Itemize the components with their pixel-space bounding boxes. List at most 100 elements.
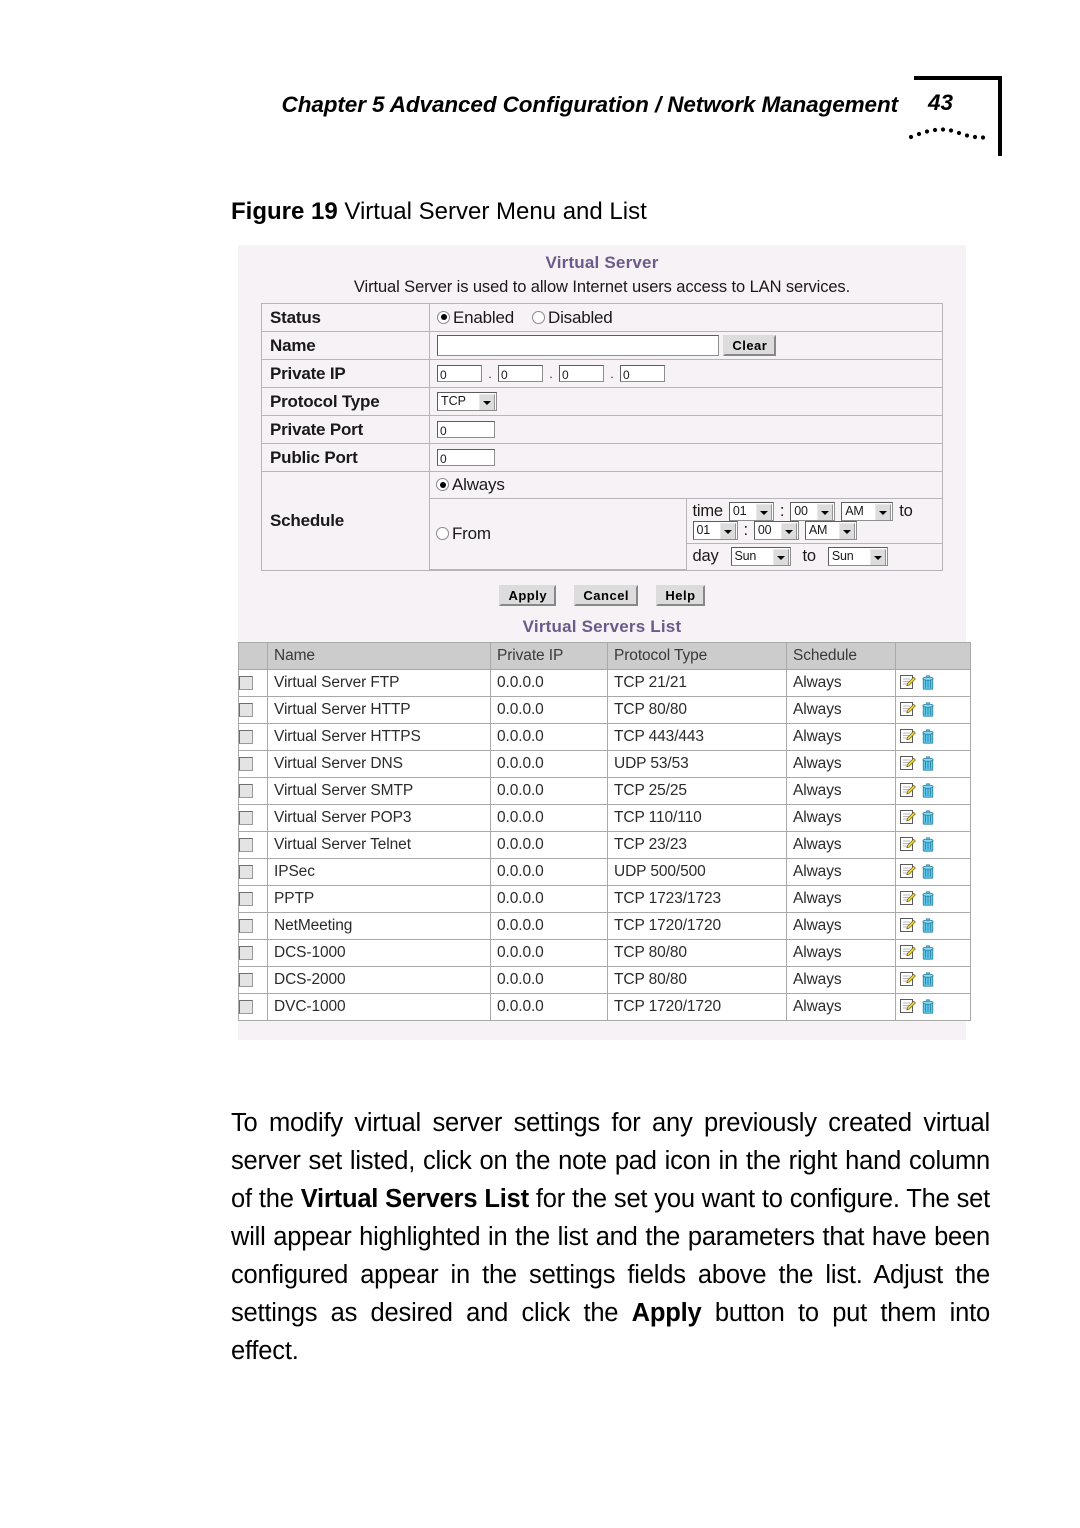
edit-notepad-icon[interactable] [900, 837, 916, 852]
table-row[interactable]: PPTP 0.0.0.0 TCP 1723/1723 Always [238, 884, 971, 913]
table-row[interactable]: IPSec 0.0.0.0 UDP 500/500 Always [238, 857, 971, 886]
row-checkbox[interactable] [239, 945, 253, 960]
form-row-name: Name Clear [261, 331, 943, 360]
row-checkbox[interactable] [239, 675, 253, 690]
row-select-cell[interactable] [238, 668, 268, 697]
table-row[interactable]: Virtual Server SMTP 0.0.0.0 TCP 25/25 Alway… [238, 776, 971, 805]
row-checkbox[interactable] [239, 702, 253, 717]
table-row[interactable]: DCS-2000 0.0.0.0 TCP 80/80 Always [238, 965, 971, 994]
status-enabled-radio[interactable] [437, 310, 450, 324]
row-checkbox[interactable] [239, 810, 253, 825]
virtual-servers-list-title: Virtual Servers List [522, 616, 682, 636]
private-ip-octet-2[interactable]: 0 [498, 364, 543, 382]
row-checkbox[interactable] [239, 756, 253, 771]
row-select-cell[interactable] [238, 992, 268, 1021]
edit-notepad-icon[interactable] [900, 783, 916, 798]
delete-trash-icon[interactable] [921, 864, 935, 880]
schedule-end-hour-select[interactable]: 01 [692, 521, 738, 541]
row-checkbox[interactable] [239, 918, 253, 933]
row-private-ip: 0.0.0.0 [490, 992, 608, 1021]
private-ip-octet-4[interactable]: 0 [620, 364, 665, 382]
name-input[interactable] [437, 335, 719, 356]
status-disabled-radio[interactable] [532, 310, 545, 324]
column-header-select [238, 641, 268, 670]
row-select-cell[interactable] [238, 857, 268, 886]
help-button[interactable]: Help [656, 584, 705, 606]
cancel-button[interactable]: Cancel [574, 584, 639, 606]
private-ip-octet-3[interactable]: 0 [559, 364, 604, 382]
form-row-schedule: Schedule Always From time 01:00 AM to 01:00 A… [261, 471, 943, 571]
private-ip-octet-1[interactable]: 0 [437, 364, 482, 382]
private-port-input[interactable]: 0 [437, 420, 495, 438]
table-row[interactable]: Virtual Server POP3 0.0.0.0 TCP 110/110 Alw… [238, 803, 971, 832]
table-row[interactable]: Virtual Server HTTP 0.0.0.0 TCP 80/80 Alway… [238, 695, 971, 724]
schedule-start-ampm-select[interactable]: AM [841, 502, 894, 522]
row-checkbox[interactable] [239, 999, 253, 1014]
edit-notepad-icon[interactable] [900, 675, 916, 690]
table-row[interactable]: Virtual Server HTTPS 0.0.0.0 TCP 443/443 Al… [238, 722, 971, 751]
protocol-type-select[interactable]: TCP [437, 392, 497, 411]
row-checkbox[interactable] [239, 891, 253, 906]
delete-trash-icon[interactable] [921, 918, 935, 934]
row-name: IPSec [267, 857, 491, 886]
delete-trash-icon[interactable] [921, 675, 935, 691]
delete-trash-icon[interactable] [921, 999, 935, 1015]
schedule-end-minute-select[interactable]: 00 [753, 521, 799, 541]
row-select-cell[interactable] [238, 830, 268, 859]
row-checkbox[interactable] [239, 864, 253, 879]
edit-notepad-icon[interactable] [900, 999, 916, 1014]
schedule-start-minute-select[interactable]: 00 [790, 502, 836, 522]
row-schedule: Always [786, 884, 896, 913]
table-row[interactable]: DCS-1000 0.0.0.0 TCP 80/80 Always [238, 938, 971, 967]
edit-notepad-icon[interactable] [900, 729, 916, 744]
apply-button[interactable]: Apply [499, 584, 557, 606]
row-checkbox[interactable] [239, 837, 253, 852]
edit-notepad-icon[interactable] [900, 756, 916, 771]
edit-notepad-icon[interactable] [900, 972, 916, 987]
edit-notepad-icon[interactable] [900, 945, 916, 960]
row-select-cell[interactable] [238, 722, 268, 751]
edit-notepad-icon[interactable] [900, 864, 916, 879]
table-row[interactable]: DVC-1000 0.0.0.0 TCP 1720/1720 Always [238, 992, 971, 1021]
edit-notepad-icon[interactable] [900, 918, 916, 933]
row-schedule: Always [786, 830, 896, 859]
row-select-cell[interactable] [238, 965, 268, 994]
schedule-start-day-select[interactable]: Sun [730, 547, 791, 567]
row-checkbox[interactable] [239, 729, 253, 744]
table-row[interactable]: Virtual Server Telnet 0.0.0.0 TCP 23/23 Alw… [238, 830, 971, 859]
table-row[interactable]: Virtual Server DNS 0.0.0.0 UDP 53/53 Always [238, 749, 971, 778]
edit-notepad-icon[interactable] [900, 810, 916, 825]
delete-trash-icon[interactable] [921, 810, 935, 826]
schedule-end-day-select[interactable]: Sun [827, 547, 888, 567]
virtual-servers-list-table: Name Private IP Protocol Type Schedule V… [238, 641, 971, 1021]
delete-trash-icon[interactable] [921, 837, 935, 853]
clear-button[interactable]: Clear [723, 335, 777, 356]
delete-trash-icon[interactable] [921, 945, 935, 961]
row-checkbox[interactable] [239, 783, 253, 798]
delete-trash-icon[interactable] [921, 756, 935, 772]
table-row[interactable]: NetMeeting 0.0.0.0 TCP 1720/1720 Always [238, 911, 971, 940]
public-port-input[interactable]: 0 [437, 448, 495, 466]
delete-trash-icon[interactable] [921, 783, 935, 799]
row-select-cell[interactable] [238, 884, 268, 913]
row-checkbox[interactable] [239, 972, 253, 987]
edit-notepad-icon[interactable] [900, 702, 916, 717]
delete-trash-icon[interactable] [921, 891, 935, 907]
row-select-cell[interactable] [238, 776, 268, 805]
row-select-cell[interactable] [238, 911, 268, 940]
row-select-cell[interactable] [238, 749, 268, 778]
row-select-cell[interactable] [238, 938, 268, 967]
row-protocol-type: TCP 80/80 [607, 695, 787, 724]
schedule-start-hour-select[interactable]: 01 [728, 502, 774, 522]
schedule-end-ampm-select[interactable]: AM [804, 521, 857, 541]
row-select-cell[interactable] [238, 803, 268, 832]
table-row[interactable]: Virtual Server FTP 0.0.0.0 TCP 21/21 Always [238, 668, 971, 697]
schedule-from-radio[interactable] [436, 526, 449, 540]
row-schedule: Always [786, 857, 896, 886]
delete-trash-icon[interactable] [921, 729, 935, 745]
edit-notepad-icon[interactable] [900, 891, 916, 906]
schedule-always-radio[interactable] [436, 478, 449, 491]
delete-trash-icon[interactable] [921, 972, 935, 988]
row-select-cell[interactable] [238, 695, 268, 724]
delete-trash-icon[interactable] [921, 702, 935, 718]
